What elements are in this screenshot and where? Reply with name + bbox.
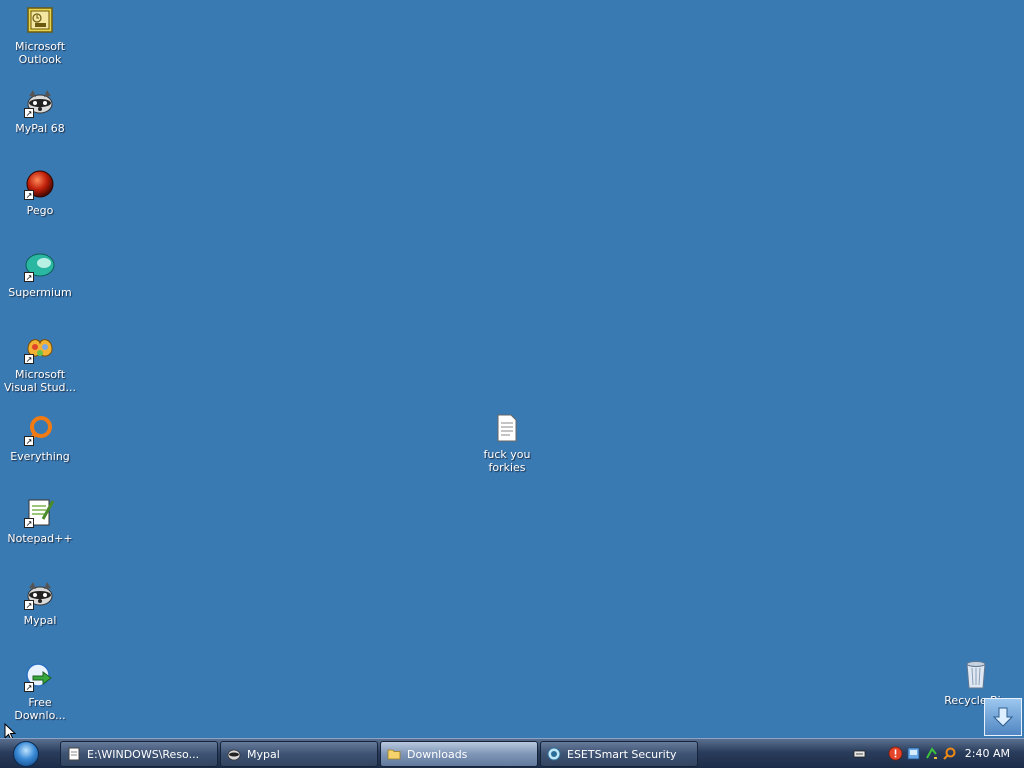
taskbar-button-label: Mypal — [247, 747, 280, 761]
taskbar: E:\WINDOWS\Reso... Mypal Downloads ESETS… — [0, 738, 1024, 768]
start-button[interactable] — [6, 739, 46, 768]
download-notification-button[interactable] — [984, 698, 1022, 736]
taskbar-button-notepad-window[interactable]: E:\WINDOWS\Reso... — [60, 741, 218, 767]
system-clock[interactable]: 2:40 AM — [965, 747, 1010, 760]
taskbar-button-eset-smart-security[interactable]: ESETSmart Security — [540, 741, 698, 767]
text-document-icon — [491, 412, 523, 444]
down-arrow-icon — [992, 707, 1014, 727]
desktop-icon-pego[interactable]: ↗ Pego — [0, 168, 80, 217]
shortcut-arrow-icon: ↗ — [24, 190, 34, 200]
eset-icon — [547, 747, 561, 761]
desktop-icon-label: Notepad++ — [7, 532, 73, 545]
recycle-bin-icon — [960, 658, 992, 690]
taskbar-button-label: E:\WINDOWS\Reso... — [87, 747, 200, 761]
desktop-icon-label: Microsoft Outlook — [14, 40, 66, 66]
shortcut-arrow-icon: ↗ — [24, 354, 34, 364]
raccoon-icon: ↗ — [24, 86, 56, 118]
taskbar-button-label: ESETSmart Security — [567, 747, 677, 761]
desktop-icon-label: MyPal 68 — [15, 122, 65, 135]
taskbar-button-label: Downloads — [407, 747, 468, 761]
desktop-icon-label: Everything — [10, 450, 70, 463]
desktop-icon-label: Free Downlo... — [14, 696, 66, 722]
search-icon[interactable] — [942, 746, 957, 761]
green-arrow-icon[interactable] — [924, 746, 939, 761]
supermium-icon: ↗ — [24, 250, 56, 282]
desktop-icon-microsoft-outlook[interactable]: Microsoft Outlook — [0, 4, 80, 66]
desktop-icon-label: fuck you forkies — [483, 448, 531, 474]
outlook-icon — [24, 4, 56, 36]
windows-start-orb-icon — [13, 740, 39, 767]
desktop-icon-visual-studio[interactable]: ↗ Microsoft Visual Stud... — [0, 332, 80, 394]
red-sphere-icon: ↗ — [24, 168, 56, 200]
folder-icon — [387, 749, 401, 760]
desktop-icon-mypal[interactable]: ↗ Mypal — [0, 578, 80, 627]
desktop-icon-label: Pego — [26, 204, 54, 217]
shortcut-arrow-icon: ↗ — [24, 600, 34, 610]
desktop-icon-supermium[interactable]: ↗ Supermium — [0, 250, 80, 299]
desktop-icon-notepad-plus-plus[interactable]: ↗ Notepad++ — [0, 496, 80, 545]
desktop-icon-label: Microsoft Visual Stud... — [3, 368, 77, 394]
notepad-icon — [68, 747, 80, 761]
desktop-icon-everything[interactable]: ↗ Everything — [0, 414, 80, 463]
desktop[interactable]: Microsoft Outlook ↗ MyPal 68 ↗ Pego ↗ Su… — [0, 0, 1024, 741]
shortcut-arrow-icon: ↗ — [24, 436, 34, 446]
magnifier-icon: ↗ — [24, 414, 56, 446]
notepad-plus-plus-icon: ↗ — [24, 496, 56, 528]
shortcut-arrow-icon: ↗ — [24, 682, 34, 692]
desktop-icon-mypal-68[interactable]: ↗ MyPal 68 — [0, 86, 80, 135]
raccoon-icon — [227, 749, 241, 761]
keyboard-icon[interactable] — [852, 746, 867, 761]
visual-studio-icon: ↗ — [24, 332, 56, 364]
shortcut-arrow-icon: ↗ — [24, 518, 34, 528]
shortcut-arrow-icon: ↗ — [24, 108, 34, 118]
desktop-icon-label: Mypal — [23, 614, 57, 627]
raccoon-icon: ↗ — [24, 578, 56, 610]
security-alert-icon[interactable] — [888, 746, 903, 761]
taskbar-button-downloads[interactable]: Downloads — [380, 741, 538, 767]
shortcut-arrow-icon: ↗ — [24, 272, 34, 282]
free-download-manager-icon: ↗ — [24, 660, 56, 692]
network-icon[interactable] — [906, 746, 921, 761]
desktop-icon-free-download-manager[interactable]: ↗ Free Downlo... — [0, 660, 80, 722]
desktop-icon-text-file[interactable]: fuck you forkies — [467, 412, 547, 474]
desktop-icon-label: Supermium — [8, 286, 72, 299]
taskbar-button-mypal[interactable]: Mypal — [220, 741, 378, 767]
